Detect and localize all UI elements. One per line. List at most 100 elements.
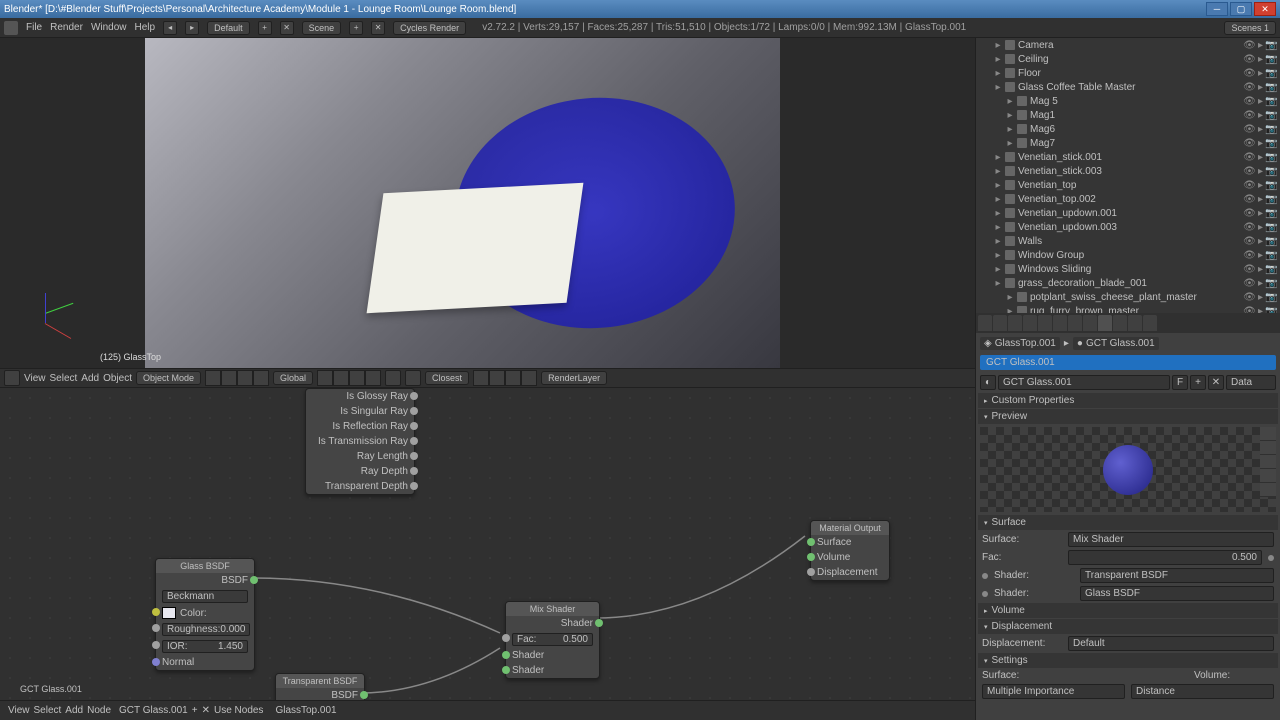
tab-data[interactable] xyxy=(1083,315,1097,331)
shade-3[interactable] xyxy=(237,370,253,386)
misc-d[interactable] xyxy=(521,370,537,386)
outliner-item[interactable]: ▸Mag 5👁▸📷 xyxy=(976,94,1280,108)
snap-select[interactable]: Closest xyxy=(425,371,469,385)
outliner-item[interactable]: ▸Glass Coffee Table Master👁▸📷 xyxy=(976,80,1280,94)
outliner-item[interactable]: ▸Windows Sliding👁▸📷 xyxy=(976,262,1280,276)
node-transparent-bsdf[interactable]: Transparent BSDF BSDF xyxy=(275,673,365,700)
menu-window[interactable]: Window xyxy=(91,22,127,33)
color-swatch[interactable] xyxy=(162,607,176,619)
mat-add[interactable]: + xyxy=(192,705,198,716)
minimize-button[interactable]: ─ xyxy=(1206,2,1228,16)
v3d-view[interactable]: View xyxy=(24,373,46,384)
outliner[interactable]: ▸Camera👁▸📷▸Ceiling👁▸📷▸Floor👁▸📷▸Glass Cof… xyxy=(976,38,1280,313)
outliner-item[interactable]: ▸Venetian_updown.003👁▸📷 xyxy=(976,220,1280,234)
back-button[interactable]: ◂ xyxy=(163,21,177,35)
bc-material[interactable]: ● GCT Glass.001 xyxy=(1073,337,1159,350)
mat-del[interactable]: ✕ xyxy=(202,705,210,716)
bc-object[interactable]: ◈ GlassTop.001 xyxy=(980,337,1060,350)
menu-file[interactable]: File xyxy=(26,22,42,33)
disp-select[interactable]: Default xyxy=(1068,636,1274,651)
shade-4[interactable] xyxy=(253,370,269,386)
link-dot[interactable] xyxy=(1268,555,1274,561)
layout-del[interactable]: ✕ xyxy=(280,21,294,35)
outliner-item[interactable]: ▸Floor👁▸📷 xyxy=(976,66,1280,80)
pv-sphere[interactable] xyxy=(1260,441,1276,455)
snap-toggle[interactable] xyxy=(405,370,421,386)
nh-select[interactable]: Select xyxy=(34,705,62,716)
outliner-item[interactable]: ▸Venetian_stick.003👁▸📷 xyxy=(976,164,1280,178)
link-dot[interactable] xyxy=(982,591,988,597)
node-mix-shader[interactable]: Mix Shader Shader Fac:0.500 Shader Shade… xyxy=(505,601,600,679)
renderlayer-select[interactable]: RenderLayer xyxy=(541,371,607,385)
ior-field[interactable]: IOR:1.450 xyxy=(162,640,248,653)
layers-btn[interactable] xyxy=(385,370,401,386)
outliner-item[interactable]: ▸rug_furry_brown_master👁▸📷 xyxy=(976,304,1280,313)
3d-viewport[interactable]: (125) GlassTop xyxy=(0,38,975,368)
misc-c[interactable] xyxy=(505,370,521,386)
close-button[interactable]: ✕ xyxy=(1254,2,1276,16)
manip-4[interactable] xyxy=(365,370,381,386)
nh-node[interactable]: Node xyxy=(87,705,111,716)
panel-volume[interactable]: Volume xyxy=(978,603,1278,618)
shader2-select[interactable]: Glass BSDF xyxy=(1080,586,1274,601)
distance-field[interactable]: Distance xyxy=(1131,684,1274,699)
outliner-item[interactable]: ▸Mag1👁▸📷 xyxy=(976,108,1280,122)
outliner-item[interactable]: ▸Venetian_updown.001👁▸📷 xyxy=(976,206,1280,220)
node-material-output[interactable]: Material Output Surface Volume Displacem… xyxy=(810,520,890,581)
nh-view[interactable]: View xyxy=(8,705,30,716)
manip-3[interactable] xyxy=(349,370,365,386)
tab-scene[interactable] xyxy=(1008,315,1022,331)
outliner-item[interactable]: ▸potplant_swiss_cheese_plant_master👁▸📷 xyxy=(976,290,1280,304)
render-engine[interactable]: Cycles Render xyxy=(393,21,466,35)
shade-1[interactable] xyxy=(205,370,221,386)
v3d-add[interactable]: Add xyxy=(81,373,99,384)
pv-monkey[interactable] xyxy=(1260,469,1276,483)
layout-add[interactable]: + xyxy=(258,21,272,35)
mat-new[interactable]: + xyxy=(1190,375,1206,390)
scene-select[interactable]: Scene xyxy=(302,21,342,35)
tab-layers[interactable] xyxy=(993,315,1007,331)
menu-help[interactable]: Help xyxy=(135,22,156,33)
nh-add[interactable]: Add xyxy=(65,705,83,716)
v3d-object[interactable]: Object xyxy=(103,373,132,384)
scene-add[interactable]: + xyxy=(349,21,363,35)
distribution-select[interactable]: Beckmann xyxy=(162,590,248,603)
material-name-field[interactable]: GCT Glass.001 xyxy=(998,375,1170,390)
tab-material[interactable] xyxy=(1098,315,1112,331)
fwd-button[interactable]: ▸ xyxy=(185,21,199,35)
orient-select[interactable]: Global xyxy=(273,371,313,385)
outliner-item[interactable]: ▸Walls👁▸📷 xyxy=(976,234,1280,248)
outliner-item[interactable]: ▸grass_decoration_blade_001👁▸📷 xyxy=(976,276,1280,290)
pv-hair[interactable] xyxy=(1260,483,1276,497)
fac-field[interactable]: Fac:0.500 xyxy=(512,633,593,646)
tab-texture[interactable] xyxy=(1113,315,1127,331)
link-select[interactable]: Data xyxy=(1226,375,1276,390)
outliner-item[interactable]: ▸Window Group👁▸📷 xyxy=(976,248,1280,262)
material-slot[interactable]: GCT Glass.001 xyxy=(980,355,1276,370)
menu-render[interactable]: Render xyxy=(50,22,83,33)
mode-select[interactable]: Object Mode xyxy=(136,371,201,385)
shade-2[interactable] xyxy=(221,370,237,386)
material-select[interactable]: GCT Glass.001 xyxy=(119,705,188,716)
panel-preview[interactable]: Preview xyxy=(978,409,1278,424)
mat-browse-icon[interactable]: ◐ xyxy=(980,375,996,390)
outliner-item[interactable]: ▸Camera👁▸📷 xyxy=(976,38,1280,52)
mat-fake[interactable]: F xyxy=(1172,375,1188,390)
outliner-item[interactable]: ▸Venetian_top👁▸📷 xyxy=(976,178,1280,192)
screen-layout[interactable]: Default xyxy=(207,21,250,35)
maximize-button[interactable]: ▢ xyxy=(1230,2,1252,16)
tab-particle[interactable] xyxy=(1128,315,1142,331)
node-editor[interactable]: Is Glossy Ray Is Singular Ray Is Reflect… xyxy=(0,388,975,700)
manip-1[interactable] xyxy=(317,370,333,386)
tab-physics[interactable] xyxy=(1143,315,1157,331)
outliner-item[interactable]: ▸Venetian_top.002👁▸📷 xyxy=(976,192,1280,206)
outliner-item[interactable]: ▸Mag6👁▸📷 xyxy=(976,122,1280,136)
v3d-select[interactable]: Select xyxy=(50,373,78,384)
outliner-item[interactable]: ▸Mag7👁▸📷 xyxy=(976,136,1280,150)
misc-a[interactable] xyxy=(473,370,489,386)
node-glass-bsdf[interactable]: Glass BSDF BSDF Beckmann Color: Roughnes… xyxy=(155,558,255,671)
misc-b[interactable] xyxy=(489,370,505,386)
tab-world[interactable] xyxy=(1023,315,1037,331)
mat-unlink[interactable]: ✕ xyxy=(1208,375,1224,390)
surface-shader-select[interactable]: Mix Shader xyxy=(1068,532,1274,547)
